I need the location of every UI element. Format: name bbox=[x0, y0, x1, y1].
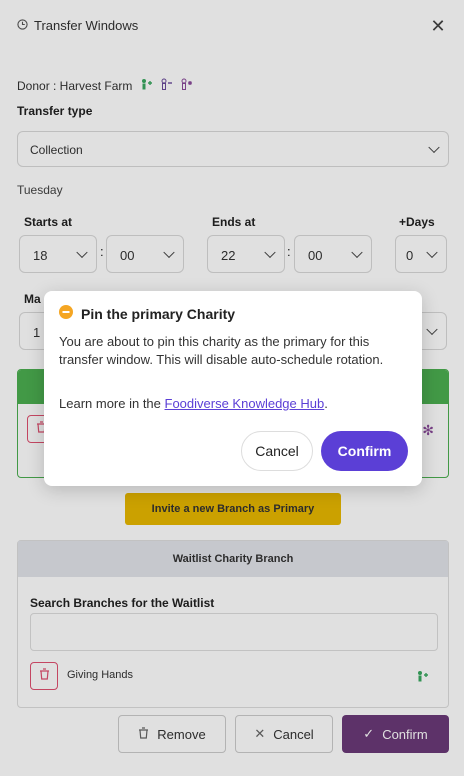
modal-title: Pin the primary Charity bbox=[81, 305, 236, 322]
knowledge-hub-link[interactable]: Foodiverse Knowledge Hub bbox=[165, 396, 325, 411]
warning-icon bbox=[59, 305, 73, 322]
modal-confirm-button[interactable]: Confirm bbox=[321, 431, 408, 471]
modal-cancel-button[interactable]: Cancel bbox=[241, 431, 313, 471]
pin-primary-modal: Pin the primary Charity You are about to… bbox=[44, 291, 422, 486]
learn-more-suffix: . bbox=[324, 396, 328, 411]
modal-header: Pin the primary Charity bbox=[59, 305, 235, 322]
modal-learn-more: Learn more in the Foodiverse Knowledge H… bbox=[59, 396, 328, 411]
modal-body: You are about to pin this charity as the… bbox=[59, 334, 384, 367]
learn-more-prefix: Learn more in the bbox=[59, 396, 165, 411]
